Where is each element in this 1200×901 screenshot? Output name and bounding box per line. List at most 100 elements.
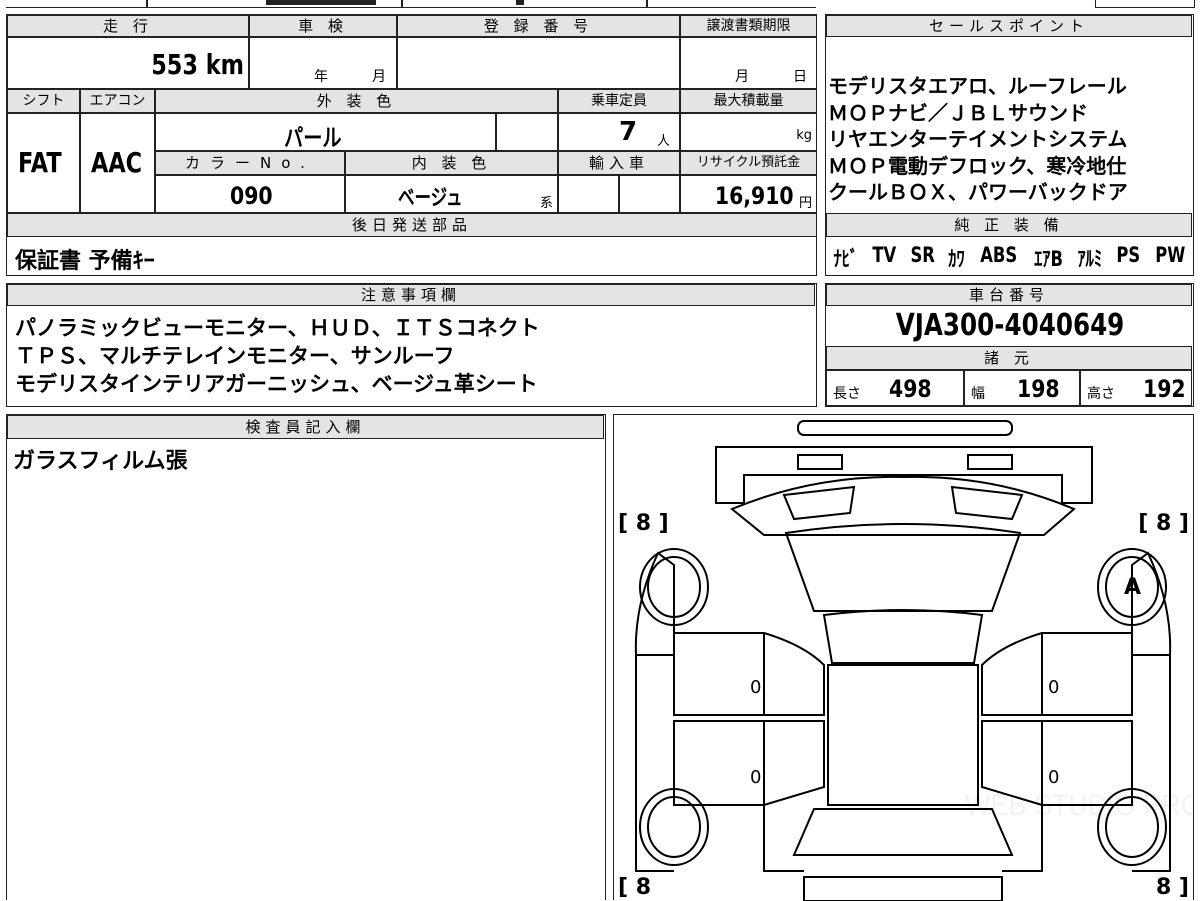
label-color-no: カラーNo. xyxy=(155,151,345,175)
interior-color-suffix: 系 xyxy=(539,196,553,211)
import-cell-a xyxy=(558,175,619,213)
exterior-color-sub-cell xyxy=(496,113,558,151)
equipment-item: PS xyxy=(1116,243,1141,267)
sales-point-line: ＭＯＰナビ／ＪＢＬサウンド xyxy=(828,100,1088,125)
equipment-item: ｴｱB xyxy=(1033,247,1063,271)
chassis-box: 車台番号 VJA300-4040649 諸 元 長さ 498 幅 198 高さ … xyxy=(825,283,1194,407)
chassis-no-value: VJA300-4040649 xyxy=(895,308,1124,343)
equipment-item: ｱﾙﾐ xyxy=(1077,247,1103,271)
label-specs: 諸 元 xyxy=(826,346,1192,370)
capacity-cell: 7 人 xyxy=(558,113,680,151)
wheel-mark-front-right: A xyxy=(1124,575,1142,600)
sales-point-line: ＭＯＰ電動デフロック、寒冷地仕 xyxy=(828,153,1127,178)
capacity-value: 7 xyxy=(619,117,638,147)
max-load-cell: kg xyxy=(680,113,817,151)
equipment-item: ｶﾜ xyxy=(948,247,965,271)
label-capacity: 乗車定員 xyxy=(558,89,680,113)
tread-front-right: [ 8 ] xyxy=(1138,511,1189,536)
door-mark-rear-right: 0 xyxy=(1048,767,1060,788)
shift-value: FAT xyxy=(18,146,62,179)
height-value: 192 xyxy=(1143,375,1186,403)
recycle-cell: 16,910 円 xyxy=(680,175,817,213)
equipment-item: ﾅﾋﾞ xyxy=(833,247,859,271)
color-no-value: 090 xyxy=(230,182,273,210)
registration-cell xyxy=(397,37,680,89)
length-cell: 長さ 498 xyxy=(826,370,964,406)
tread-rear-left: [ 8 xyxy=(618,875,652,900)
label-inspector: 検査員記入欄 xyxy=(7,415,604,439)
label-registration: 登 録 番 号 xyxy=(397,15,680,37)
sales-points-list: モデリスタエアロ、ルーフレール ＭＯＰナビ／ＪＢＬサウンド リヤエンターテイメン… xyxy=(828,73,1190,206)
max-load-unit: kg xyxy=(796,128,812,143)
equipment-item: ABS xyxy=(979,243,1017,267)
recycle-value: 16,910 xyxy=(715,182,794,210)
label-transfer-deadline: 譲渡書類期限 xyxy=(680,15,817,37)
height-label: 高さ xyxy=(1087,386,1115,402)
main-form: 走 行 車 検 登 録 番 号 譲渡書類期限 553 km 年 月 月 日 シフ… xyxy=(6,14,817,276)
notes-line: モデリスタインテリアガーニッシュ、ベージュ革シート xyxy=(15,372,538,396)
label-sales-points: セールスポイント xyxy=(826,15,1192,37)
inspection-year-unit: 年 xyxy=(314,69,328,85)
label-aircon: エアコン xyxy=(80,89,155,113)
notes-list: パノラミックビューモニター、ＨＵＤ、ＩＴＳコネクト ＴＰＳ、マルチテレインモニタ… xyxy=(15,314,540,398)
import-cell-b xyxy=(619,175,680,213)
color-no-cell: 090 xyxy=(155,175,345,213)
length-value: 498 xyxy=(889,375,932,403)
interior-color-value: ベージュ xyxy=(398,186,463,211)
height-cell: 高さ 192 xyxy=(1080,370,1192,406)
equipment-item: SR xyxy=(910,243,936,267)
sales-point-line: クールＢＯＸ、パワーバックドア xyxy=(828,180,1128,204)
label-exterior-color: 外 装 色 xyxy=(155,89,558,113)
door-mark-front-left: 0 xyxy=(750,677,762,698)
notes-line: パノラミックビューモニター、ＨＵＤ、ＩＴＳコネクト xyxy=(15,316,540,340)
inspection-cell: 年 月 xyxy=(249,37,397,89)
width-label: 幅 xyxy=(971,386,985,402)
interior-color-cell: ベージュ 系 xyxy=(345,175,558,213)
mileage-value: 553 km xyxy=(151,48,244,81)
equipment-item: PW xyxy=(1155,243,1186,267)
width-cell: 幅 198 xyxy=(964,370,1080,406)
shift-cell: FAT xyxy=(7,113,80,213)
aircon-value: AAC xyxy=(91,146,143,179)
label-genuine-equipment: 純 正 装 備 xyxy=(826,213,1192,237)
notes-box: 注意事項欄 パノラミックビューモニター、ＨＵＤ、ＩＴＳコネクト ＴＰＳ、マルチテ… xyxy=(6,283,817,407)
inspection-month-unit: 月 xyxy=(372,69,386,85)
label-interior-color: 内 装 色 xyxy=(345,151,558,175)
label-max-load: 最大積載量 xyxy=(680,89,817,113)
equipment-item: TV xyxy=(872,243,897,267)
watermark-text: WEB STUDIO PRO xyxy=(965,789,1192,823)
tread-front-left: [ 8 ] xyxy=(618,511,669,536)
inspector-notes-value: ガラスフィルム張 xyxy=(13,449,188,474)
aircon-cell: AAC xyxy=(80,113,155,213)
length-label: 長さ xyxy=(833,386,861,402)
transfer-deadline-cell: 月 日 xyxy=(680,37,817,89)
tread-rear-right: 8 ] xyxy=(1155,875,1189,900)
deadline-month-unit: 月 xyxy=(735,69,749,85)
label-recycle: リサイクル預託金 xyxy=(680,151,817,175)
exterior-color-cell: パール xyxy=(155,113,496,152)
car-diagram-box: WEB STUDIO PRO [ 8 ] [ 8 ] [ 8 8 ] A 0 0… xyxy=(613,414,1194,901)
label-chassis-no: 車台番号 xyxy=(826,284,1192,306)
mileage-cell: 553 km xyxy=(7,37,249,89)
deadline-day-unit: 日 xyxy=(793,69,807,85)
width-value: 198 xyxy=(1017,375,1060,403)
label-shift: シフト xyxy=(7,89,80,113)
car-diagram: WEB STUDIO PRO xyxy=(634,420,1192,901)
label-inspection: 車 検 xyxy=(249,15,397,37)
door-mark-rear-left: 0 xyxy=(750,767,762,788)
label-mileage: 走 行 xyxy=(7,15,249,37)
sales-point-line: モデリスタエアロ、ルーフレール xyxy=(828,74,1127,98)
sales-points-box: セールスポイント モデリスタエアロ、ルーフレール ＭＯＰナビ／ＪＢＬサウンド リ… xyxy=(825,14,1194,276)
recycle-unit: 円 xyxy=(798,196,812,211)
label-notes: 注意事項欄 xyxy=(7,284,815,306)
label-later-parts: 後日発送部品 xyxy=(7,213,817,237)
notes-line: ＴＰＳ、マルチテレインモニター、サンルーフ xyxy=(15,344,455,368)
door-mark-front-right: 0 xyxy=(1048,677,1060,698)
capacity-unit: 人 xyxy=(657,134,671,149)
inspector-box: 検査員記入欄 ガラスフィルム張 xyxy=(6,414,606,900)
exterior-color-value: パール xyxy=(284,124,342,152)
sales-point-line: リヤエンターテイメントシステム xyxy=(828,127,1128,151)
top-partial-right xyxy=(1095,0,1195,8)
label-import: 輸入車 xyxy=(558,151,680,175)
equipment-list: ﾅﾋﾞ TV SR ｶﾜ ABS ｴｱB ｱﾙﾐ PS PW xyxy=(830,243,1190,273)
